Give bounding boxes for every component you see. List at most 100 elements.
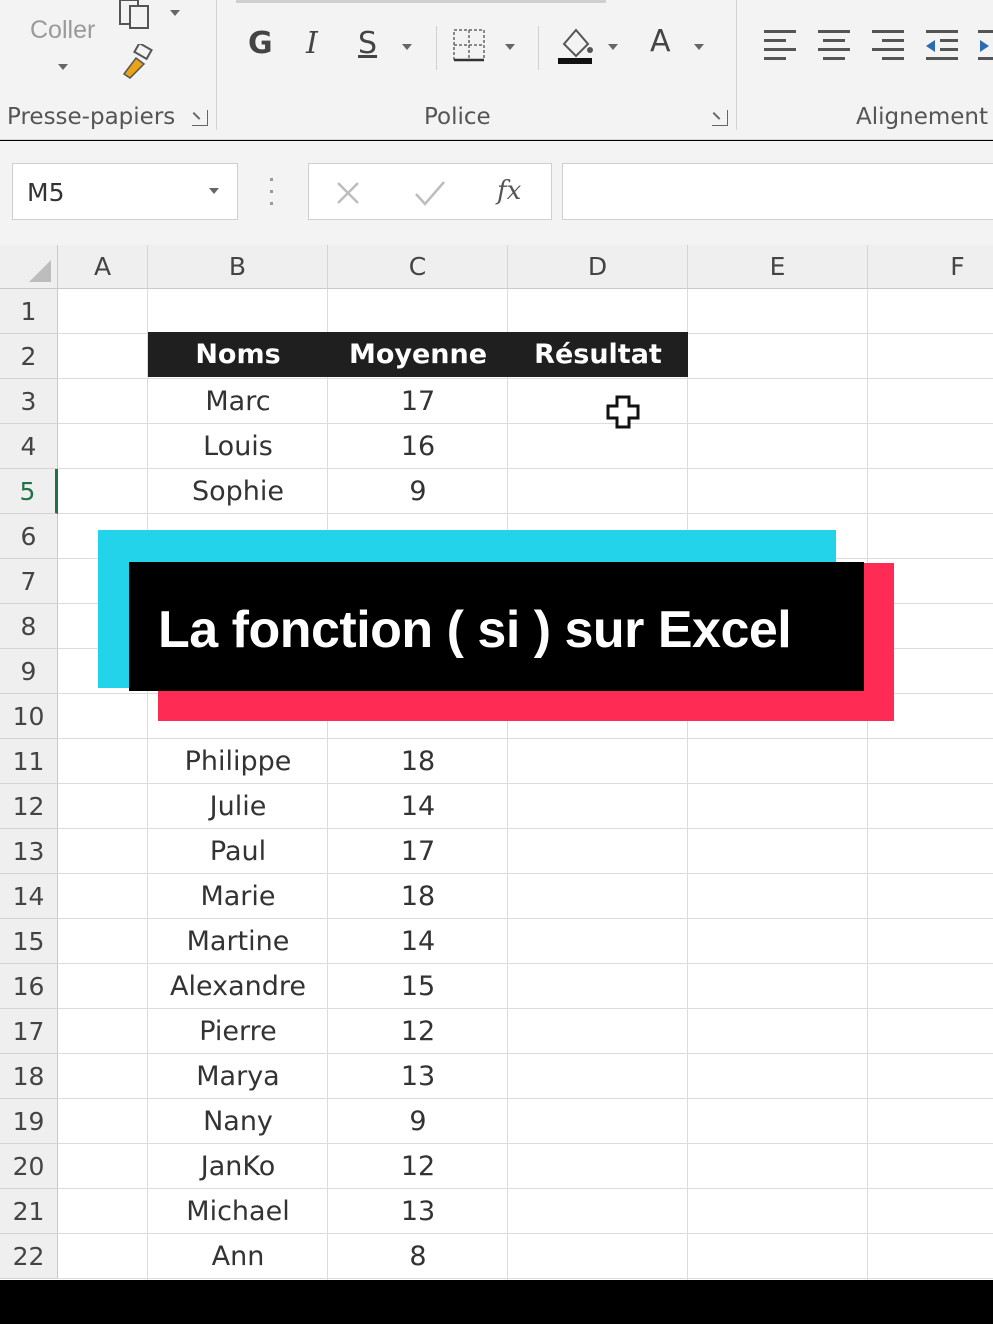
cancel-icon[interactable] xyxy=(335,180,361,206)
cell-average[interactable]: 15 xyxy=(328,964,508,1009)
cell-name[interactable]: Sophie xyxy=(148,469,328,514)
cell-average[interactable]: 13 xyxy=(328,1054,508,1099)
italic-button[interactable]: I xyxy=(306,26,318,61)
bottom-bar xyxy=(0,1280,993,1324)
cell-name[interactable]: Paul xyxy=(148,829,328,874)
row-header-20[interactable]: 20 xyxy=(0,1144,58,1189)
cell-name[interactable]: Michael xyxy=(148,1189,328,1234)
header-noms[interactable]: Noms xyxy=(148,332,328,377)
cell-average[interactable]: 14 xyxy=(328,919,508,964)
name-box-dropdown-icon[interactable] xyxy=(209,188,219,194)
format-painter-icon[interactable] xyxy=(118,44,158,80)
row-header-11[interactable]: 11 xyxy=(0,739,58,784)
row-header-2[interactable]: 2 xyxy=(0,334,58,379)
ribbon-separator xyxy=(736,0,737,130)
borders-dropdown-icon[interactable] xyxy=(505,44,515,50)
ribbon: Coller Presse-papiers G I S A Police Ali… xyxy=(0,0,993,140)
formula-input[interactable] xyxy=(562,163,993,220)
row-header-6[interactable]: 6 xyxy=(0,514,58,559)
cell-name[interactable]: Louis xyxy=(148,424,328,469)
cell-average[interactable]: 9 xyxy=(328,469,508,514)
underline-button[interactable]: S xyxy=(358,26,377,61)
align-center-icon[interactable] xyxy=(818,30,852,62)
column-header-a[interactable]: A xyxy=(58,245,148,289)
cell-name[interactable]: Nany xyxy=(148,1099,328,1144)
bold-button[interactable]: G xyxy=(248,26,273,61)
decrease-indent-icon[interactable] xyxy=(926,30,960,62)
cell-name[interactable]: Ann xyxy=(148,1234,328,1279)
row-header-7[interactable]: 7 xyxy=(0,559,58,604)
paste-dropdown-icon[interactable] xyxy=(58,64,68,70)
cell-name[interactable]: Marya xyxy=(148,1054,328,1099)
row-header-3[interactable]: 3 xyxy=(0,379,58,424)
row-header-14[interactable]: 14 xyxy=(0,874,58,919)
column-header-c[interactable]: C xyxy=(328,245,508,289)
row-header-15[interactable]: 15 xyxy=(0,919,58,964)
row-header-19[interactable]: 19 xyxy=(0,1099,58,1144)
column-header-d[interactable]: D xyxy=(508,245,688,289)
clipboard-launcher-icon[interactable] xyxy=(192,110,208,126)
grid-column-line xyxy=(687,289,688,1280)
row-header-4[interactable]: 4 xyxy=(0,424,58,469)
underline-dropdown-icon[interactable] xyxy=(402,44,412,50)
name-box[interactable]: M5 xyxy=(12,163,238,220)
cell-average[interactable]: 18 xyxy=(328,874,508,919)
fill-color-icon[interactable] xyxy=(556,24,596,68)
row-header-17[interactable]: 17 xyxy=(0,1009,58,1054)
borders-icon[interactable] xyxy=(452,28,488,64)
increase-indent-icon[interactable] xyxy=(978,30,993,62)
row-header-21[interactable]: 21 xyxy=(0,1189,58,1234)
header-moyenne[interactable]: Moyenne xyxy=(328,332,508,377)
row-header-10[interactable]: 10 xyxy=(0,694,58,739)
cell-name[interactable]: Pierre xyxy=(148,1009,328,1054)
cell-name[interactable]: Philippe xyxy=(148,739,328,784)
column-header-f[interactable]: F xyxy=(868,245,993,289)
cell-average[interactable]: 16 xyxy=(328,424,508,469)
copy-dropdown-icon[interactable] xyxy=(170,10,180,16)
font-color-dropdown-icon[interactable] xyxy=(694,44,704,50)
cell-name[interactable]: JanKo xyxy=(148,1144,328,1189)
row-header-18[interactable]: 18 xyxy=(0,1054,58,1099)
cell-name[interactable]: Marc xyxy=(148,379,328,424)
cell-average[interactable]: 9 xyxy=(328,1099,508,1144)
font-launcher-icon[interactable] xyxy=(712,110,728,126)
font-group-label: Police xyxy=(424,104,491,130)
cell-name[interactable]: Julie xyxy=(148,784,328,829)
alignment-group-label: Alignement xyxy=(856,104,988,130)
column-header-b[interactable]: B xyxy=(148,245,328,289)
cell-average[interactable]: 13 xyxy=(328,1189,508,1234)
cell-average[interactable]: 17 xyxy=(328,829,508,874)
fill-color-dropdown-icon[interactable] xyxy=(608,44,618,50)
row-header-16[interactable]: 16 xyxy=(0,964,58,1009)
cell-name[interactable]: Alexandre xyxy=(148,964,328,1009)
cell-average[interactable]: 12 xyxy=(328,1144,508,1189)
cell-average[interactable]: 8 xyxy=(328,1234,508,1279)
row-header-12[interactable]: 12 xyxy=(0,784,58,829)
align-right-icon[interactable] xyxy=(872,30,906,62)
row-header-5[interactable]: 5 xyxy=(0,469,58,514)
cell-average[interactable]: 12 xyxy=(328,1009,508,1054)
formula-bar-grip-icon[interactable] xyxy=(270,178,274,206)
cell-average[interactable]: 18 xyxy=(328,739,508,784)
cell-average[interactable]: 14 xyxy=(328,784,508,829)
row-header-8[interactable]: 8 xyxy=(0,604,58,649)
ribbon-separator xyxy=(216,0,217,130)
row-header-1[interactable]: 1 xyxy=(0,289,58,334)
cell-name[interactable]: Marie xyxy=(148,874,328,919)
cell-name[interactable]: Martine xyxy=(148,919,328,964)
row-header-9[interactable]: 9 xyxy=(0,649,58,694)
align-left-icon[interactable] xyxy=(764,30,798,62)
copy-icon[interactable] xyxy=(116,0,156,30)
row-header-22[interactable]: 22 xyxy=(0,1234,58,1279)
spreadsheet-grid: A B C D E F 1 2 3 4 5 6 7 8 9 10 11 12 13 14 15 16 17 18 1… xyxy=(0,245,993,1280)
header-resultat[interactable]: Résultat xyxy=(508,332,688,377)
column-header-e[interactable]: E xyxy=(688,245,868,289)
font-color-button[interactable]: A xyxy=(650,24,671,59)
row-header-13[interactable]: 13 xyxy=(0,829,58,874)
insert-function-icon[interactable]: fx xyxy=(497,176,521,206)
name-box-value: M5 xyxy=(27,178,65,207)
enter-check-icon[interactable] xyxy=(413,178,447,208)
cell-average[interactable]: 17 xyxy=(328,379,508,424)
paste-button[interactable]: Coller xyxy=(30,16,95,45)
select-all-button[interactable] xyxy=(0,245,58,289)
